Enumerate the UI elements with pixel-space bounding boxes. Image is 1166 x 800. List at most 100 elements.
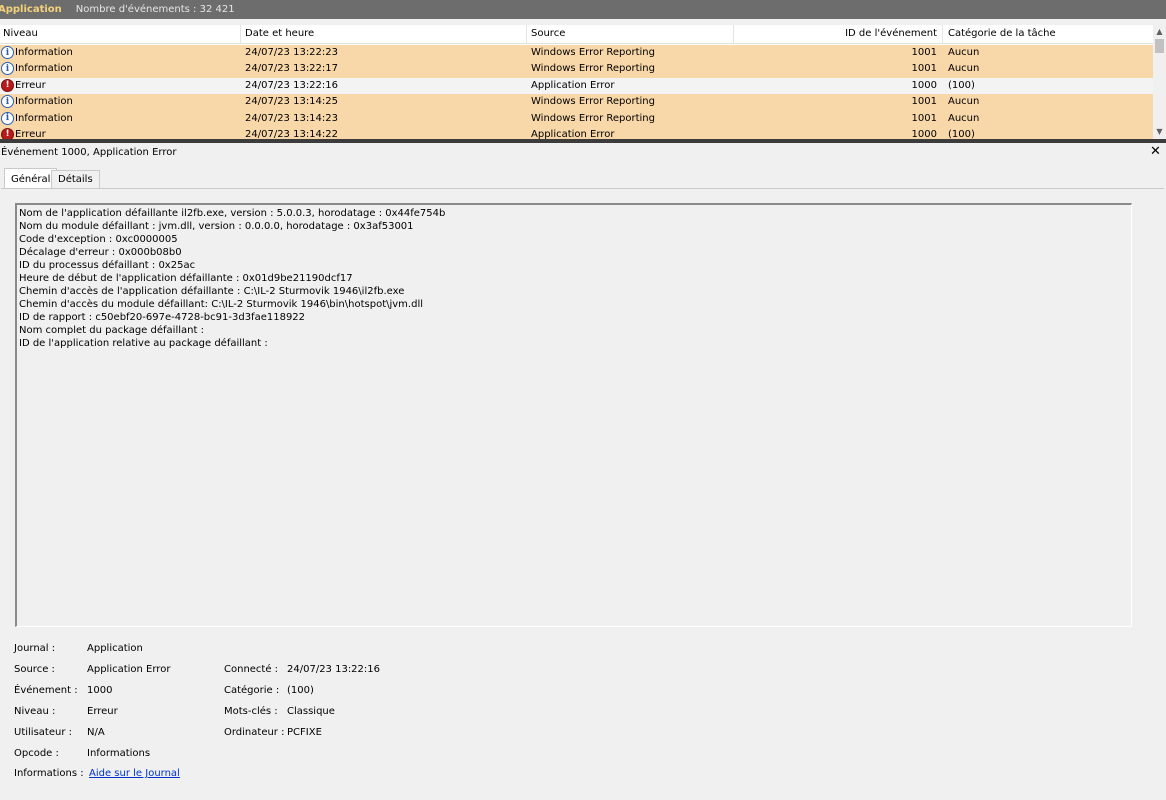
category-value: (100) (287, 685, 314, 696)
column-divider[interactable] (942, 25, 943, 44)
event-message-box[interactable]: Nom de l'application défaillante il2fb.e… (15, 203, 1132, 627)
computer-value: PCFIXE (287, 727, 322, 738)
event-category: Aucun (948, 63, 980, 75)
level-label: Niveau : (14, 706, 56, 717)
event-source: Application Error (531, 128, 615, 139)
log-name: Application (0, 4, 62, 15)
event-id: 1000 (911, 79, 937, 91)
column-header-date[interactable]: Date et heure (245, 28, 314, 39)
event-category: (100) (948, 79, 975, 91)
information-icon: i (1, 46, 14, 59)
message-line: Code d'exception : 0xc0000005 (19, 234, 178, 245)
tab-details[interactable]: Détails (51, 170, 100, 189)
event-date: 24/07/23 13:14:23 (245, 112, 339, 124)
pane-splitter[interactable] (0, 139, 1166, 143)
logged-value: 24/07/23 13:22:16 (287, 664, 381, 675)
event-date: 24/07/23 13:14:22 (245, 128, 339, 139)
opcode-label: Opcode : (14, 748, 59, 759)
event-level: Erreur (15, 128, 46, 139)
column-divider[interactable] (733, 25, 734, 44)
close-icon[interactable]: ✕ (1150, 144, 1161, 159)
column-header-source[interactable]: Source (531, 28, 565, 39)
column-header-event-id[interactable]: ID de l'événement (845, 28, 937, 39)
event-source: Windows Error Reporting (531, 96, 655, 108)
detail-title: Événement 1000, Application Error (1, 147, 177, 158)
level-value: Erreur (87, 706, 118, 717)
event-category: Aucun (948, 47, 980, 58)
journal-value: Application (87, 643, 143, 654)
event-id: 1001 (911, 63, 937, 75)
event-source: Windows Error Reporting (531, 63, 655, 75)
category-label: Catégorie : (224, 685, 280, 696)
event-date: 24/07/23 13:22:17 (245, 63, 339, 75)
event-row-selected[interactable]: ! Erreur 24/07/23 13:22:16 Application E… (0, 77, 1153, 95)
column-divider[interactable] (526, 25, 527, 44)
event-id: 1001 (911, 47, 937, 58)
event-date: 24/07/23 13:22:23 (245, 47, 339, 58)
scroll-up-icon[interactable]: ▲ (1153, 25, 1166, 38)
event-level: Information (15, 63, 73, 75)
user-label: Utilisateur : (14, 727, 72, 738)
journal-label: Journal : (14, 643, 56, 654)
source-value: Application Error (87, 664, 171, 675)
event-value: 1000 (87, 685, 113, 696)
logged-label: Connecté : (224, 664, 279, 675)
message-line: Décalage d'erreur : 0x000b08b0 (19, 247, 182, 258)
information-icon: i (1, 62, 14, 76)
event-date: 24/07/23 13:14:25 (245, 96, 339, 108)
event-source: Application Error (531, 79, 615, 91)
information-icon: i (1, 111, 14, 125)
computer-label: Ordinateur : (224, 727, 285, 738)
event-level: Information (15, 112, 73, 124)
opcode-value: Informations (87, 748, 151, 759)
event-count: Nombre d'événements : 32 421 (75, 4, 235, 15)
source-label: Source : (14, 664, 55, 675)
error-icon: ! (1, 78, 14, 92)
scroll-down-icon[interactable]: ▼ (1153, 125, 1166, 138)
event-source: Windows Error Reporting (531, 47, 655, 58)
column-header-level[interactable]: Niveau (3, 28, 38, 39)
message-line: ID de l'application relative au package … (19, 338, 268, 349)
event-row[interactable]: i Information 24/07/23 13:14:25 Windows … (0, 94, 1153, 111)
info-label: Informations : (14, 768, 84, 779)
help-link[interactable]: Aide sur le Journal (89, 768, 180, 779)
message-line: Nom de l'application défaillante il2fb.e… (19, 208, 446, 219)
event-label: Événement : (14, 685, 78, 696)
event-list[interactable]: Niveau Date et heure Source ID de l'évén… (0, 25, 1166, 139)
message-line: Chemin d'accès du module défaillant: C:\… (19, 299, 424, 310)
tab-panel-border (1, 188, 1164, 189)
event-date: 24/07/23 13:22:16 (245, 79, 339, 91)
keywords-label: Mots-clés : (224, 706, 278, 717)
event-category: Aucun (948, 112, 980, 124)
event-rows: i Information 24/07/23 13:22:23 Windows … (0, 45, 1153, 139)
event-row[interactable]: i Information 24/07/23 13:22:17 Windows … (0, 61, 1153, 78)
message-line: ID du processus défaillant : 0x25ac (19, 260, 196, 271)
event-category: (100) (948, 128, 975, 139)
event-list-header: Niveau Date et heure Source ID de l'évén… (0, 25, 1153, 44)
column-divider[interactable] (240, 25, 241, 44)
keywords-value: Classique (287, 706, 335, 717)
event-level: Information (15, 47, 73, 58)
event-row[interactable]: ! Erreur 24/07/23 13:14:22 Application E… (0, 126, 1153, 139)
event-id: 1001 (911, 112, 937, 124)
event-row[interactable]: i Information 24/07/23 13:14:23 Windows … (0, 110, 1153, 127)
event-list-scrollbar[interactable]: ▲ ▼ (1153, 25, 1166, 139)
message-line: Chemin d'accès de l'application défailla… (19, 286, 405, 297)
scrollbar-thumb[interactable] (1155, 39, 1164, 53)
message-line: Nom complet du package défaillant : (19, 325, 204, 336)
event-category: Aucun (948, 96, 980, 108)
user-value: N/A (87, 727, 105, 738)
column-header-category[interactable]: Catégorie de la tâche (948, 28, 1056, 39)
event-id: 1001 (911, 96, 937, 108)
message-line: ID de rapport : c50ebf20-697e-4728-bc91-… (19, 312, 306, 323)
event-level: Erreur (15, 79, 46, 91)
information-icon: i (1, 95, 14, 109)
message-line: Nom du module défaillant : jvm.dll, vers… (19, 221, 414, 232)
event-level: Information (15, 96, 73, 108)
error-icon: ! (1, 127, 14, 139)
log-header-bar: Application Nombre d'événements : 32 421 (0, 0, 1166, 19)
event-row[interactable]: i Information 24/07/23 13:22:23 Windows … (0, 45, 1153, 62)
event-source: Windows Error Reporting (531, 112, 655, 124)
message-line: Heure de début de l'application défailla… (19, 273, 353, 284)
tab-general[interactable]: Général (4, 168, 58, 189)
